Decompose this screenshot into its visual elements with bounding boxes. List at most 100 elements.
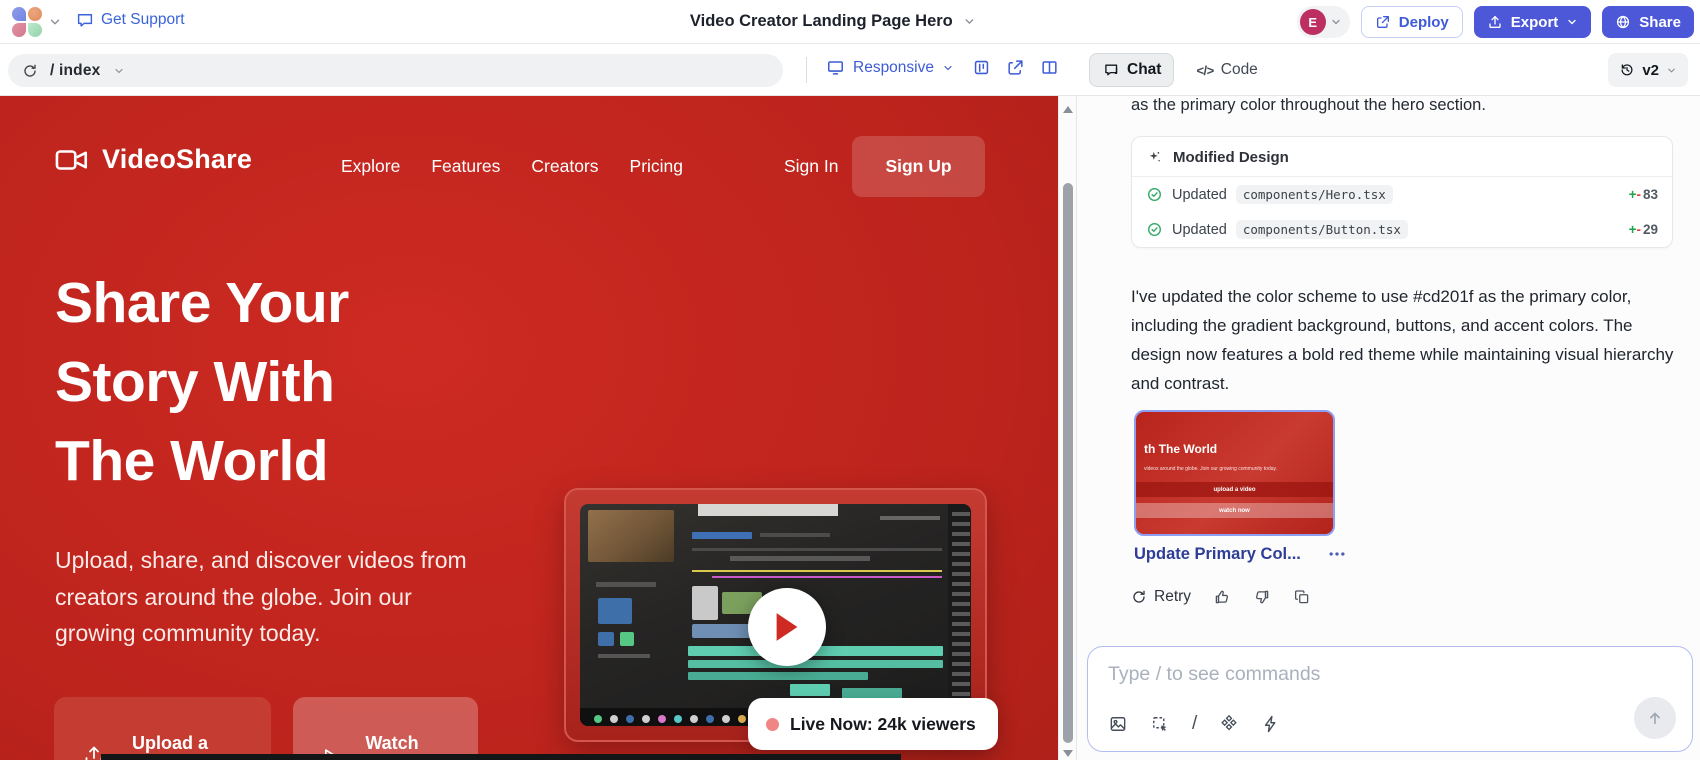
slash-command-icon[interactable]: / [1192, 713, 1197, 735]
get-support-label: Get Support [101, 11, 185, 29]
viewport-chevron-down-icon [942, 62, 954, 74]
share-button[interactable]: Share [1602, 6, 1694, 38]
sign-up-button[interactable]: Sign Up [852, 136, 985, 197]
nav-pricing[interactable]: Pricing [630, 156, 684, 177]
preview-pane: VideoShare Explore Features Creators Pri… [0, 96, 1076, 760]
upload-video-button[interactable]: Upload a Video [54, 697, 271, 760]
components-diamonds-icon[interactable] [1219, 714, 1239, 734]
globe-icon [1615, 14, 1631, 30]
mini-watch-button: watch now [1136, 503, 1333, 518]
diff-stats: +-29 [1629, 222, 1658, 237]
scrollbar-thumb[interactable] [1063, 183, 1073, 743]
code-icon: </> [1196, 63, 1213, 78]
url-chevron-down-icon[interactable] [113, 65, 125, 77]
version-selector[interactable]: v2 [1608, 53, 1688, 87]
file-chip: components/Button.tsx [1236, 220, 1408, 239]
get-support-link[interactable]: Get Support [76, 11, 185, 29]
url-bar[interactable]: / index [8, 54, 783, 87]
refresh-icon[interactable] [22, 63, 38, 79]
share-label: Share [1639, 14, 1681, 31]
hero-heading-line: The World [55, 422, 349, 501]
toolbar-divider [806, 57, 807, 83]
open-in-new-window-icon[interactable] [1006, 58, 1025, 77]
video-editor-image [580, 504, 971, 726]
file-update-row[interactable]: Updated components/Button.tsx +-29 [1132, 212, 1672, 247]
play-icon [774, 612, 800, 642]
check-circle-icon [1146, 221, 1163, 238]
brand[interactable]: VideoShare [55, 144, 252, 175]
workspace-chevron-down-icon[interactable] [48, 15, 62, 29]
version-label: v2 [1642, 62, 1659, 79]
deploy-label: Deploy [1399, 14, 1449, 31]
composer-tools: / [1108, 713, 1281, 735]
arrow-up-icon [1646, 709, 1664, 727]
version-thumbnail[interactable]: th The World videos around the globe. Jo… [1134, 410, 1335, 536]
tab-chat[interactable]: Chat [1089, 53, 1174, 87]
check-circle-icon [1146, 186, 1163, 203]
assistant-message-tail: as the primary color throughout the hero… [1131, 96, 1676, 115]
account-menu[interactable]: E [1297, 6, 1350, 38]
deploy-button[interactable]: Deploy [1361, 6, 1463, 38]
image-icon[interactable] [1108, 714, 1128, 734]
upload-icon [1487, 14, 1503, 30]
export-button[interactable]: Export [1474, 6, 1592, 38]
send-button[interactable] [1634, 697, 1676, 739]
thumbnail-caption[interactable]: Update Primary Col... [1134, 545, 1301, 564]
thumbs-down-icon[interactable] [1253, 588, 1271, 606]
viewport-selector[interactable]: Responsive [826, 58, 954, 77]
nav-creators[interactable]: Creators [531, 156, 598, 177]
chat-panel: as the primary color throughout the hero… [1076, 96, 1700, 760]
account-chevron-down-icon [1330, 16, 1342, 28]
lightning-icon[interactable] [1261, 714, 1281, 734]
mini-paragraph: videos around the globe. Join our growin… [1144, 466, 1329, 472]
history-icon [1619, 62, 1635, 78]
select-element-icon[interactable] [1150, 714, 1170, 734]
project-title-menu[interactable]: Video Creator Landing Page Hero [690, 12, 976, 31]
live-now-label: Live Now: 24k viewers [790, 714, 976, 735]
preview-scrollbar[interactable] [1058, 96, 1076, 760]
update-action: Updated [1172, 187, 1227, 203]
watch-now-button[interactable]: Watch Now [293, 697, 478, 760]
version-chevron-down-icon [1666, 65, 1677, 76]
scroll-down-arrow-icon[interactable] [1063, 750, 1073, 757]
thumbs-up-icon[interactable] [1213, 588, 1231, 606]
chat-input[interactable] [1108, 659, 1588, 689]
preview-tools [972, 58, 1059, 77]
retry-icon [1131, 589, 1147, 605]
retry-label: Retry [1154, 588, 1191, 606]
title-chevron-down-icon [963, 15, 976, 28]
next-section-edge [101, 754, 901, 760]
play-button[interactable] [748, 588, 826, 666]
app-logo-icon[interactable] [12, 7, 42, 37]
export-chevron-down-icon [1566, 16, 1578, 28]
hero-heading-line: Story With [55, 343, 349, 422]
chat-tab-label: Chat [1127, 61, 1161, 79]
topbar: Get Support Video Creator Landing Page H… [0, 0, 1700, 44]
preview-toolbar: / index Responsive [0, 44, 1700, 96]
modified-design-header: Modified Design [1132, 137, 1672, 177]
tab-code[interactable]: </> Code [1196, 61, 1257, 79]
copy-icon[interactable] [1293, 588, 1311, 606]
external-link-icon [1375, 14, 1391, 30]
sign-in-link[interactable]: Sign In [784, 156, 838, 177]
hero-paragraph: Upload, share, and discover videos from … [55, 542, 493, 652]
modified-design-title: Modified Design [1173, 149, 1289, 166]
update-action: Updated [1172, 222, 1227, 238]
monitor-icon [826, 58, 845, 77]
ellipsis-menu-icon[interactable] [1327, 544, 1347, 564]
assistant-message: I've updated the color scheme to use #cd… [1131, 282, 1681, 398]
hero-heading: Share Your Story With The World [55, 264, 349, 501]
url-path: / index [50, 62, 101, 80]
chat-bubble-icon [76, 11, 94, 29]
mini-heading: th The World [1144, 442, 1217, 456]
file-update-row[interactable]: Updated components/Hero.tsx +-83 [1132, 177, 1672, 212]
viewport-label: Responsive [853, 59, 934, 77]
nav-features[interactable]: Features [431, 156, 500, 177]
layout-board-icon[interactable] [972, 58, 991, 77]
scroll-up-arrow-icon[interactable] [1063, 106, 1073, 113]
hero-nav-links: Explore Features Creators Pricing [341, 156, 683, 177]
message-actions: Retry [1131, 588, 1311, 606]
split-view-icon[interactable] [1040, 58, 1059, 77]
nav-explore[interactable]: Explore [341, 156, 400, 177]
retry-button[interactable]: Retry [1131, 588, 1191, 606]
